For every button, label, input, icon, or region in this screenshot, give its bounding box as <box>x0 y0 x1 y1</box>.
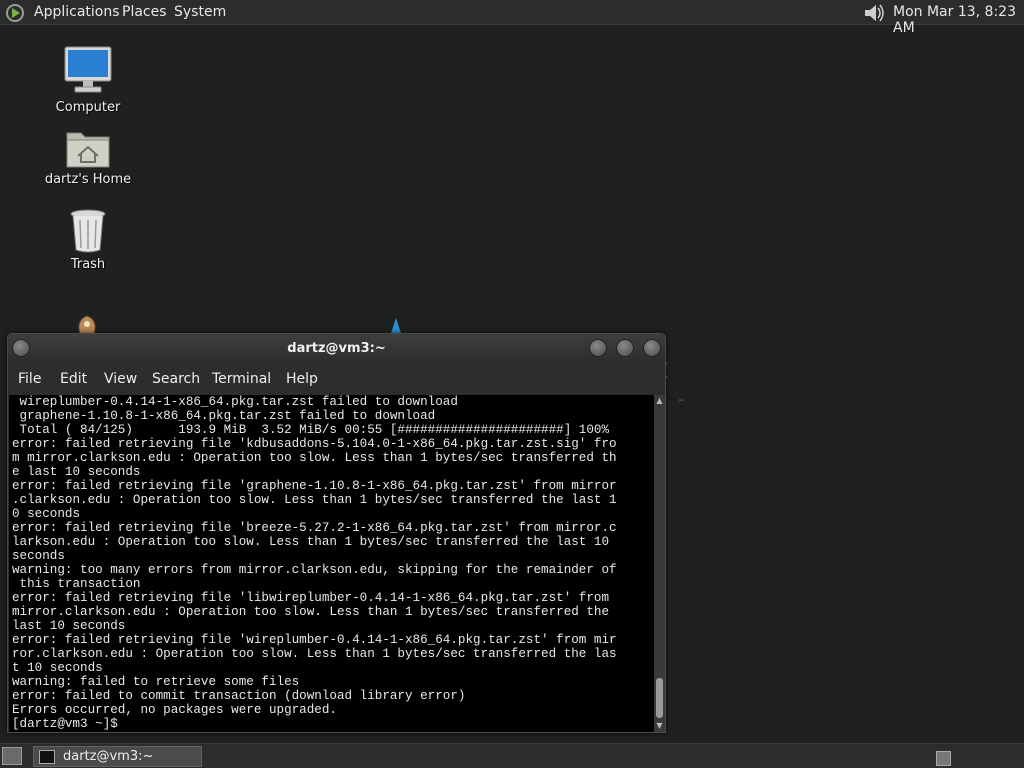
top-panel: Applications Places System Mon Mar 13, 8… <box>0 0 1024 36</box>
terminal-line: error: failed retrieving file 'wireplumb… <box>12 633 617 647</box>
desktop-icon-label: dartz's Home <box>44 172 132 187</box>
taskbar-item-terminal[interactable]: dartz@vm3:~ <box>33 746 202 767</box>
terminal-line: graphene-1.10.8-1-x86_64.pkg.tar.zst fai… <box>12 409 436 423</box>
terminal-text: wireplumber-0.4.14-1-x86_64.pkg.tar.zst … <box>9 395 654 731</box>
terminal-line: Total ( 84/125) 193.9 MiB 3.52 MiB/s 00:… <box>12 423 610 437</box>
menu-file[interactable]: File <box>18 371 41 387</box>
desktop-icon-label: Computer <box>55 100 121 115</box>
terminal-icon <box>39 750 55 764</box>
close-button[interactable] <box>643 339 661 357</box>
terminal-line: wireplumber-0.4.14-1-x86_64.pkg.tar.zst … <box>12 395 458 409</box>
terminal-line: [dartz@vm3 ~]$ <box>12 717 126 731</box>
terminal-line: .clarkson.edu : Operation too slow. Less… <box>12 493 617 507</box>
menu-help[interactable]: Help <box>286 371 318 387</box>
window-titlebar[interactable]: dartz@vm3:~ <box>8 334 665 364</box>
home-folder-icon <box>66 132 110 168</box>
system-menu[interactable]: System <box>174 4 226 20</box>
terminal-line: t 10 seconds <box>12 661 103 675</box>
menu-edit[interactable]: Edit <box>60 371 87 387</box>
applications-menu[interactable]: Applications <box>34 4 120 20</box>
terminal-line: mirror.clarkson.edu : Operation too slow… <box>12 605 610 619</box>
terminal-line: seconds <box>12 549 65 563</box>
terminal-line: m mirror.clarkson.edu : Operation too sl… <box>12 451 617 465</box>
places-menu[interactable]: Places <box>122 4 167 20</box>
menu-view[interactable]: View <box>104 371 137 387</box>
scroll-thumb[interactable] <box>656 678 663 718</box>
maximize-button[interactable] <box>616 339 634 357</box>
terminal-scrollbar[interactable]: ▲ ▼ <box>654 395 665 732</box>
terminal-line: e last 10 seconds <box>12 465 141 479</box>
terminal-line: warning: too many errors from mirror.cla… <box>12 563 617 577</box>
scroll-down-arrow-icon[interactable]: ▼ <box>654 720 665 732</box>
speaker-icon[interactable] <box>862 2 886 24</box>
terminal-line: this transaction <box>12 577 141 591</box>
menu-terminal[interactable]: Terminal <box>212 371 271 387</box>
terminal-output[interactable]: wireplumber-0.4.14-1-x86_64.pkg.tar.zst … <box>9 395 654 732</box>
terminal-window[interactable]: dartz@vm3:~ File Edit View Search Termin… <box>7 333 666 733</box>
distro-logo-icon[interactable] <box>5 3 25 23</box>
terminal-line: Errors occurred, no packages were upgrad… <box>12 703 337 717</box>
bottom-panel: dartz@vm3:~ <box>0 743 1024 768</box>
computer-icon <box>64 46 112 93</box>
terminal-line: ror.clarkson.edu : Operation too slow. L… <box>12 647 617 661</box>
desktop-icon-computer[interactable]: Computer <box>38 45 138 115</box>
terminal-line: last 10 seconds <box>12 619 126 633</box>
terminal-menubar: File Edit View Search Terminal Help <box>8 364 665 394</box>
terminal-line: error: failed retrieving file 'libwirepl… <box>12 591 610 605</box>
menu-search[interactable]: Search <box>152 371 200 387</box>
terminal-line: error: failed retrieving file 'graphene-… <box>12 479 617 493</box>
terminal-line: error: failed retrieving file 'kdbusaddo… <box>12 437 617 451</box>
scroll-up-arrow-icon[interactable]: ▲ <box>654 395 665 407</box>
terminal-line: larkson.edu : Operation too slow. Less t… <box>12 535 610 549</box>
terminal-line: warning: failed to retrieve some files <box>12 675 300 689</box>
taskbar-item-label: dartz@vm3:~ <box>63 749 154 764</box>
terminal-line: error: failed retrieving file 'breeze-5.… <box>12 521 617 535</box>
clock[interactable]: Mon Mar 13, 8:23 AM <box>893 4 1024 36</box>
window-title: dartz@vm3:~ <box>287 341 386 356</box>
trash-icon <box>70 209 106 253</box>
show-desktop-icon[interactable] <box>2 747 22 765</box>
desktop-icon-label: Trash <box>70 257 106 272</box>
minimize-button[interactable] <box>589 339 607 357</box>
terminal-line: error: failed to commit transaction (dow… <box>12 689 466 703</box>
terminal-line: 0 seconds <box>12 507 81 521</box>
svg-text:™: ™ <box>678 399 684 406</box>
workspace-switcher[interactable] <box>936 751 951 766</box>
desktop-icon-home[interactable]: dartz's Home <box>38 127 138 187</box>
install-icon[interactable] <box>72 312 102 334</box>
desktop-icon-trash[interactable]: Trash <box>38 208 138 272</box>
